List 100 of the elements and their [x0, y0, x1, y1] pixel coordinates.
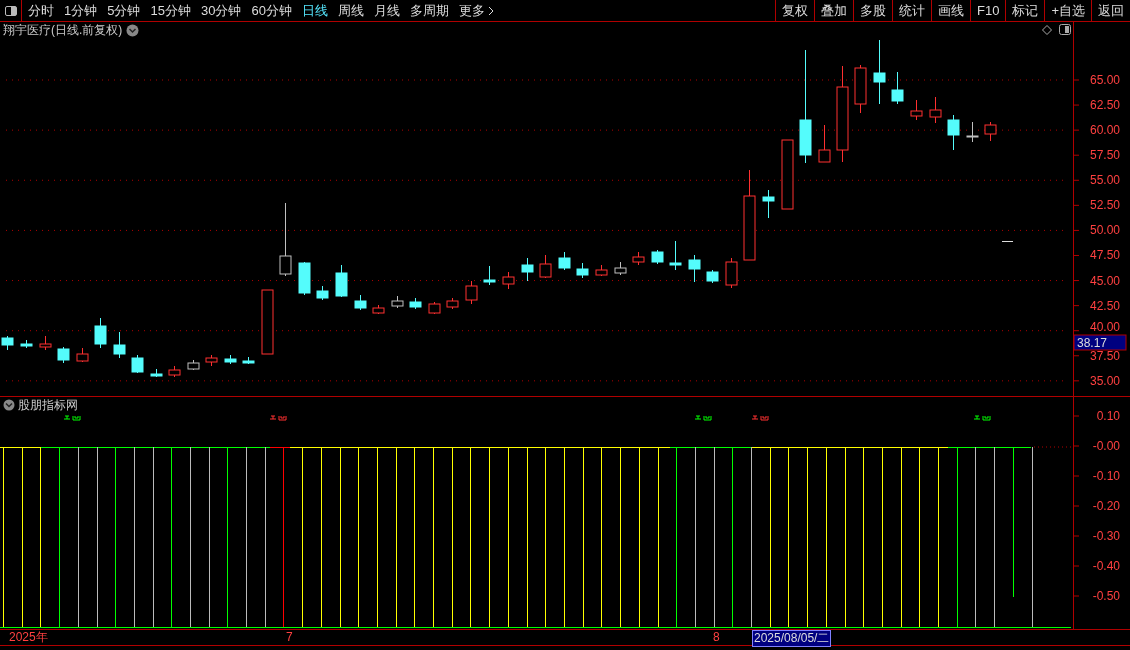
axis-tick: [1072, 415, 1080, 417]
indicator-axis-label: -0.50: [1092, 589, 1120, 603]
indicator-title: 股朋指标网: [18, 398, 78, 412]
chart-title: 翔宇医疗(日线.前复权): [3, 22, 123, 39]
price-marker-line: [1001, 241, 1014, 242]
candlestick: [39, 335, 52, 351]
date-label: 2025年: [8, 630, 49, 645]
diamond-icon[interactable]: [1042, 25, 1052, 35]
date-label: 7: [285, 630, 294, 645]
indicator-axis-label: -0.20: [1092, 499, 1120, 513]
candlestick: [539, 254, 552, 279]
price-axis-label: 50.00: [1089, 223, 1120, 238]
indicator-axis-label: 0.10: [1096, 409, 1120, 423]
candlestick: [966, 121, 979, 143]
candlestick: [187, 359, 200, 371]
candlestick: [910, 99, 923, 121]
dropdown-icon[interactable]: [126, 23, 140, 37]
candlestick: [947, 114, 960, 151]
toolbar-button[interactable]: 画线: [931, 0, 970, 21]
candlestick: [113, 331, 126, 359]
axis-tick: [1072, 565, 1080, 567]
price-axis-label: 52.50: [1089, 198, 1120, 213]
candlestick: [409, 297, 422, 310]
toolbar-button[interactable]: 统计: [892, 0, 931, 21]
candlestick: [372, 304, 385, 315]
toolbar-button[interactable]: 返回: [1091, 0, 1130, 21]
candlestick: [391, 295, 404, 309]
signal-marker-icon: [751, 415, 769, 421]
period-tab[interactable]: 日线: [301, 0, 328, 21]
candlestick: [558, 251, 571, 271]
candlestick: [1, 335, 14, 351]
date-label: 2025/08/05/二: [752, 630, 832, 647]
period-tab[interactable]: 1分钟: [64, 0, 98, 21]
candlestick: [335, 264, 348, 298]
candlestick: [614, 261, 627, 276]
candlestick: [521, 257, 534, 282]
indicator-axis-label: -0.10: [1092, 469, 1120, 483]
period-tab[interactable]: 月线: [373, 0, 400, 21]
candlestick: [502, 271, 515, 290]
price-axis-label: 55.00: [1089, 173, 1120, 188]
candlestick: [465, 280, 478, 305]
candlestick: [131, 354, 144, 374]
toolbar-button[interactable]: 多股: [853, 0, 892, 21]
price-axis-label: 62.50: [1089, 98, 1120, 113]
period-tab[interactable]: 5分钟: [107, 0, 141, 21]
signal-marker-icon: [269, 415, 287, 421]
price-axis-label: 37.50: [1089, 348, 1120, 363]
period-tab[interactable]: 多周期: [409, 0, 449, 21]
price-axis-label: 40.00: [1089, 319, 1120, 334]
indicator-axis-label: -0.40: [1092, 559, 1120, 573]
chevron-right-icon: [487, 5, 494, 16]
candlestick: [669, 240, 682, 271]
price-axis-label: 35.00: [1089, 373, 1120, 388]
dropdown-icon[interactable]: [3, 399, 15, 411]
toolbar-button[interactable]: 标记: [1005, 0, 1045, 21]
price-axis-label: 60.00: [1089, 123, 1120, 138]
current-price-label: 38.17: [1073, 334, 1127, 351]
period-tab[interactable]: 15分钟: [150, 0, 191, 21]
candlestick: [20, 339, 33, 349]
candlestick: [873, 39, 886, 105]
candlestick: [76, 347, 89, 363]
axis-tick: [1072, 595, 1080, 597]
indicator-axis-label: -0.30: [1092, 529, 1120, 543]
price-axis-label: 57.50: [1089, 148, 1120, 163]
candlestick: [854, 64, 867, 114]
candlestick: [205, 354, 218, 367]
price-axis-label: 65.00: [1089, 73, 1120, 87]
candlestick: [651, 249, 664, 265]
candlestick: [818, 124, 831, 163]
candlestick: [483, 265, 496, 286]
candlestick: [891, 71, 904, 105]
candlestick: [94, 317, 107, 349]
candlestick: [316, 285, 329, 301]
candlestick: [242, 356, 255, 365]
period-tab[interactable]: 30分钟: [200, 0, 242, 21]
signal-marker-icon: [973, 415, 991, 421]
period-tab[interactable]: 60分钟: [251, 0, 292, 21]
candlestick: [150, 368, 163, 378]
axis-tick: [1072, 445, 1080, 447]
candlestick: [632, 251, 645, 266]
toolbar-button[interactable]: +自选: [1044, 0, 1091, 21]
price-axis-label: 45.00: [1089, 273, 1120, 288]
zero-line: [1033, 446, 1072, 448]
panel-toggle-icon[interactable]: [1059, 24, 1071, 35]
candlestick: [298, 261, 311, 296]
candlestick: [762, 189, 775, 219]
candlestick: [224, 354, 237, 365]
toolbar-button[interactable]: F10: [970, 0, 1006, 21]
period-tab[interactable]: 周线: [337, 0, 364, 21]
candlestick: [725, 257, 738, 289]
toolbar-button[interactable]: 叠加: [814, 0, 853, 21]
candlestick: [781, 139, 794, 210]
candlestick: [261, 289, 274, 355]
signal-marker-icon: [694, 415, 712, 421]
more-button[interactable]: 更多: [458, 0, 494, 21]
period-tab[interactable]: 分时: [28, 0, 54, 21]
date-label: 8: [712, 630, 721, 645]
axis-tick: [1072, 475, 1080, 477]
price-axis-label: 42.50: [1089, 298, 1120, 313]
toolbar-button[interactable]: 复权: [775, 0, 814, 21]
